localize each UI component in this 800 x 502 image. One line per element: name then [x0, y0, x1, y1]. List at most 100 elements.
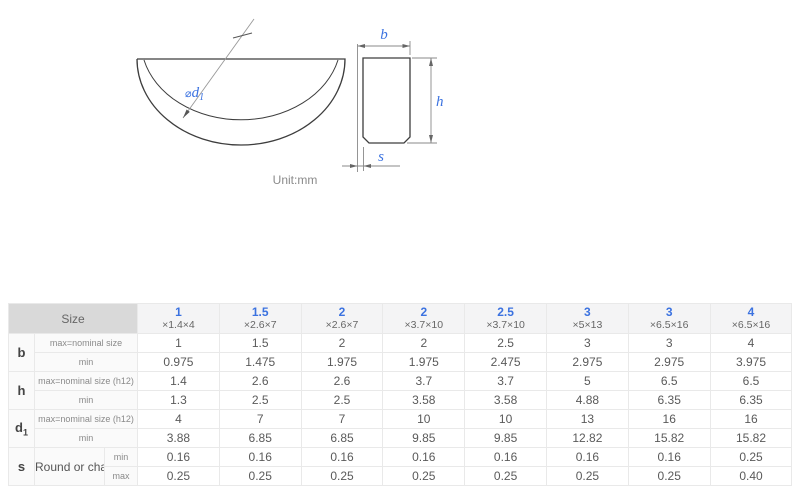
value-cell: 0.16 — [465, 448, 547, 467]
diameter-dimension: ⌀d1 — [183, 19, 254, 118]
center-tick-mark — [233, 33, 252, 38]
value-cell: 2.5 — [465, 334, 547, 353]
value-cell: 2 — [383, 334, 465, 353]
value-cell: 13 — [547, 410, 629, 429]
value-cell: 1.975 — [301, 353, 383, 372]
value-cell: 2.975 — [628, 353, 710, 372]
value-cell: 0.16 — [301, 448, 383, 467]
size-dimensions-value: ×1.4×4 — [138, 319, 219, 332]
specification-table: Size 1×1.4×41.5×2.6×72×2.6×72×3.7×102.5×… — [8, 303, 792, 486]
value-cell: 2.5 — [219, 391, 301, 410]
row-sub-label: min — [35, 429, 138, 448]
value-cell: 3.975 — [710, 353, 792, 372]
value-cell: 6.35 — [710, 391, 792, 410]
value-cell: 0.16 — [138, 448, 220, 467]
value-cell: 4.88 — [547, 391, 629, 410]
value-cell: 0.25 — [710, 448, 792, 467]
row-group-label-s: s — [9, 448, 35, 486]
round-or-chamfer-label: Round or chamfer — [35, 448, 105, 486]
row-sub-label: min — [35, 391, 138, 410]
value-cell: 15.82 — [710, 429, 792, 448]
value-cell: 2.975 — [547, 353, 629, 372]
size-nominal-value[interactable]: 2 — [302, 305, 383, 319]
value-cell: 4 — [710, 334, 792, 353]
value-cell: 0.25 — [138, 467, 220, 486]
value-cell: 2.475 — [465, 353, 547, 372]
value-cell: 1.4 — [138, 372, 220, 391]
size-column-header[interactable]: 3×6.5×16 — [628, 304, 710, 334]
value-cell: 6.35 — [628, 391, 710, 410]
value-cell: 1.3 — [138, 391, 220, 410]
value-cell: 0.16 — [628, 448, 710, 467]
value-cell: 16 — [628, 410, 710, 429]
s-dimension-label: s — [378, 149, 384, 165]
size-column-header[interactable]: 4×6.5×16 — [710, 304, 792, 334]
table-header-row: Size 1×1.4×41.5×2.6×72×2.6×72×3.7×102.5×… — [9, 304, 792, 334]
value-cell: 16 — [710, 410, 792, 429]
value-cell: 3.58 — [465, 391, 547, 410]
size-dimensions-value: ×2.6×7 — [220, 319, 301, 332]
size-nominal-value[interactable]: 3 — [629, 305, 710, 319]
s-arrow-left — [350, 164, 358, 168]
size-nominal-value[interactable]: 2.5 — [465, 305, 546, 319]
row-sub-label: min — [105, 448, 138, 467]
value-cell: 10 — [383, 410, 465, 429]
value-cell: 1.975 — [383, 353, 465, 372]
size-nominal-value[interactable]: 3 — [547, 305, 628, 319]
size-column-header[interactable]: 2×2.6×7 — [301, 304, 383, 334]
row-group-label-b: b — [9, 334, 35, 372]
size-column-header[interactable]: 2.5×3.7×10 — [465, 304, 547, 334]
key-outer-outline — [137, 59, 345, 145]
value-cell: 6.5 — [710, 372, 792, 391]
d1-dimension-label: ⌀d1 — [185, 85, 204, 103]
table-row-d1-max: d1 max=nominal size (h12) 4771010131616 — [9, 410, 792, 429]
row-group-label-d1: d1 — [9, 410, 35, 448]
unit-label: Unit:mm — [273, 173, 318, 187]
key-cross-section-outline — [363, 58, 410, 143]
value-cell: 7 — [219, 410, 301, 429]
value-cell: 0.975 — [138, 353, 220, 372]
table-row-h-max: h max=nominal size (h12) 1.42.62.63.73.7… — [9, 372, 792, 391]
key-side-view — [137, 59, 345, 145]
size-nominal-value[interactable]: 1 — [138, 305, 219, 319]
h-arrow-top — [429, 58, 433, 66]
value-cell: 6.85 — [219, 429, 301, 448]
table-row-d1-min: min 3.886.856.859.859.8512.8215.8215.82 — [9, 429, 792, 448]
value-cell: 3.7 — [383, 372, 465, 391]
size-dimensions-value: ×2.6×7 — [302, 319, 383, 332]
value-cell: 0.25 — [219, 467, 301, 486]
size-column-header[interactable]: 2×3.7×10 — [383, 304, 465, 334]
woodruff-key-spec-page: ⌀d1 b h — [0, 0, 800, 502]
size-dimensions-value: ×3.7×10 — [383, 319, 464, 332]
h-dimension-label: h — [436, 94, 444, 110]
size-dimensions-value: ×6.5×16 — [711, 319, 792, 332]
key-inner-arc — [144, 60, 338, 120]
value-cell: 2 — [301, 334, 383, 353]
size-nominal-value[interactable]: 1.5 — [220, 305, 301, 319]
value-cell: 1.5 — [219, 334, 301, 353]
size-dimensions-value: ×5×13 — [547, 319, 628, 332]
size-nominal-value[interactable]: 4 — [711, 305, 792, 319]
size-column-header[interactable]: 3×5×13 — [547, 304, 629, 334]
value-cell: 3 — [628, 334, 710, 353]
size-column-header[interactable]: 1×1.4×4 — [138, 304, 220, 334]
value-cell: 9.85 — [465, 429, 547, 448]
value-cell: 9.85 — [383, 429, 465, 448]
value-cell: 6.5 — [628, 372, 710, 391]
b-arrow-left — [358, 44, 366, 48]
row-sub-label: max=nominal size (h12) — [35, 410, 138, 429]
value-cell: 3 — [547, 334, 629, 353]
value-cell: 0.16 — [383, 448, 465, 467]
diameter-arrowhead — [183, 110, 190, 119]
value-cell: 0.25 — [301, 467, 383, 486]
row-sub-label: max=nominal size — [35, 334, 138, 353]
size-column-header[interactable]: 1.5×2.6×7 — [219, 304, 301, 334]
value-cell: 0.25 — [383, 467, 465, 486]
row-sub-label: max — [105, 467, 138, 486]
size-nominal-value[interactable]: 2 — [383, 305, 464, 319]
value-cell: 0.25 — [465, 467, 547, 486]
diameter-centerline — [183, 19, 254, 118]
value-cell: 5 — [547, 372, 629, 391]
table-row-h-min: min 1.32.52.53.583.584.886.356.35 — [9, 391, 792, 410]
table-row-b-min: min 0.9751.4751.9751.9752.4752.9752.9753… — [9, 353, 792, 372]
